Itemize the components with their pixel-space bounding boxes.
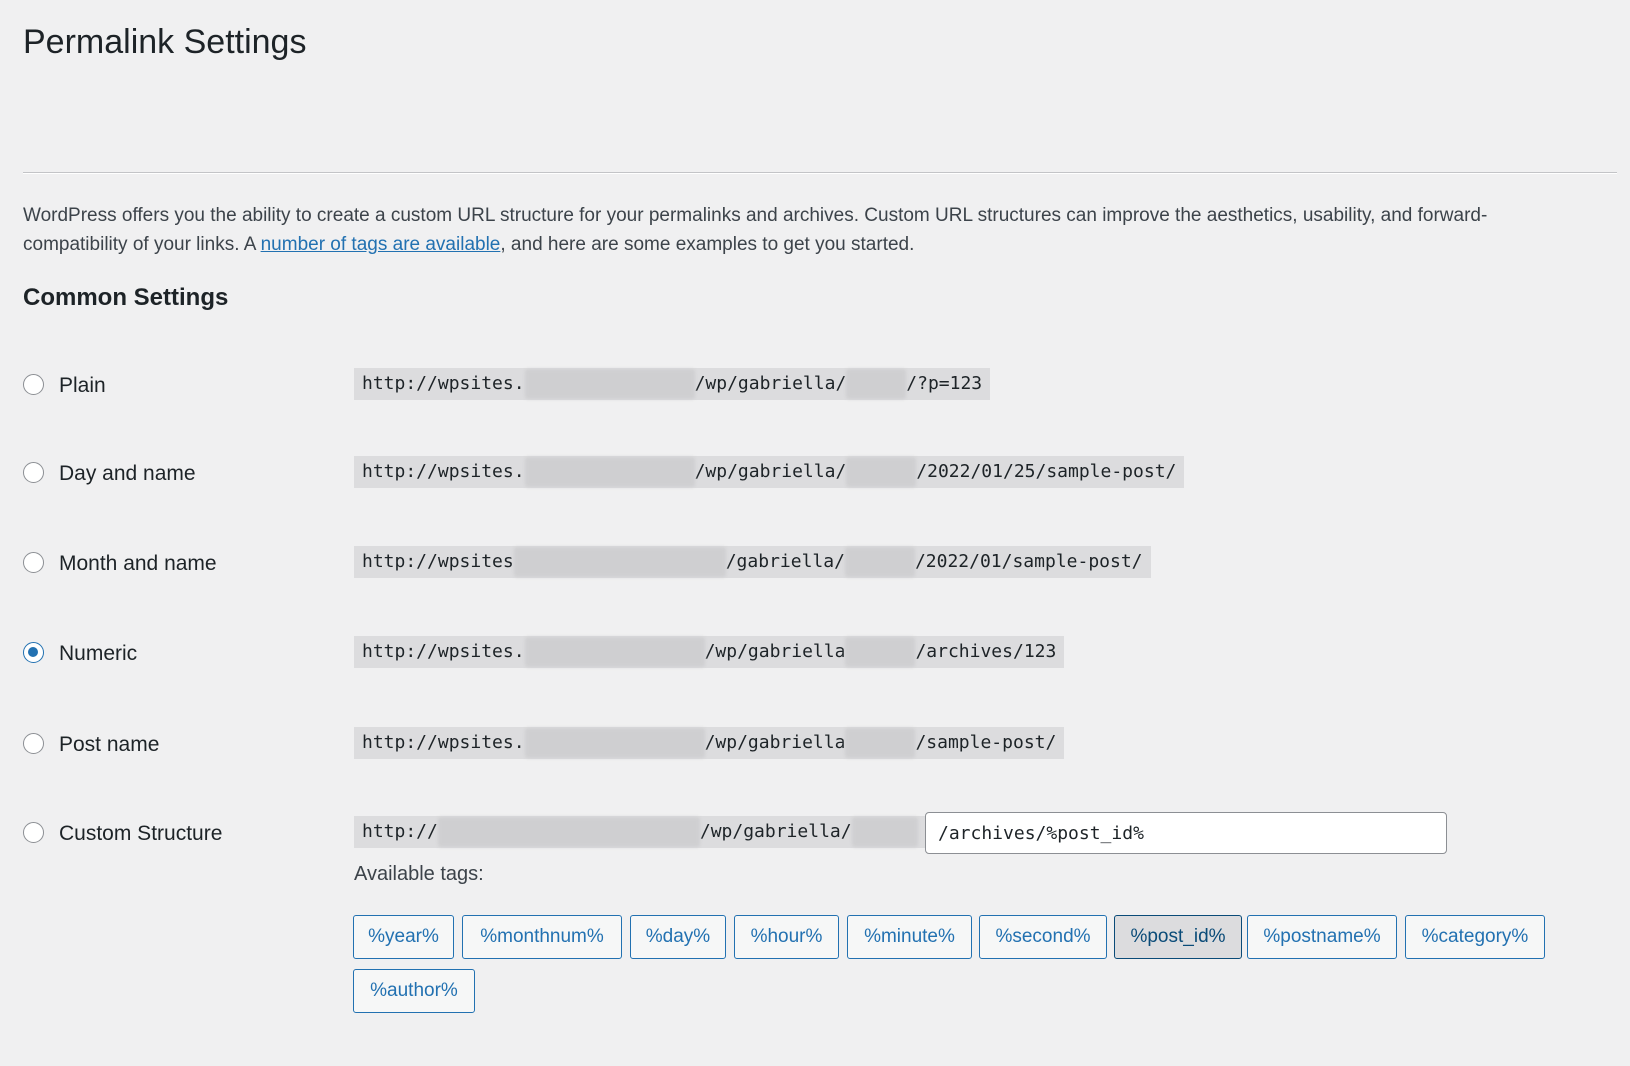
redacted-site bbox=[846, 457, 917, 487]
plain-label[interactable]: Plain bbox=[59, 373, 106, 399]
day-name-radio[interactable] bbox=[23, 462, 44, 483]
tag-category-button[interactable]: %category% bbox=[1405, 915, 1545, 959]
post-name-radio[interactable] bbox=[23, 733, 44, 754]
permalink-option-post-name[interactable]: Post name http://wpsites. /wp/gabriella/s… bbox=[23, 723, 1617, 767]
permalink-option-numeric[interactable]: Numeric http://wpsites. /wp/gabriella/arc… bbox=[23, 632, 1617, 676]
url-start: http://wpsites. bbox=[362, 373, 525, 394]
tag-post-id-button[interactable]: %post_id% bbox=[1114, 915, 1242, 959]
redacted-domain bbox=[524, 369, 695, 399]
redacted-domain bbox=[524, 728, 705, 758]
url-middle: /wp/gabriella bbox=[704, 641, 846, 662]
permalink-option-day-name[interactable]: Day and name http://wpsites. /wp/gabriell… bbox=[23, 452, 1617, 496]
numeric-label[interactable]: Numeric bbox=[59, 641, 137, 667]
url-end: /sample-post/ bbox=[915, 732, 1057, 753]
post-name-example-url: http://wpsites. /wp/gabriella/sample-post… bbox=[354, 727, 1065, 759]
url-start: http://wpsites. bbox=[362, 641, 525, 662]
url-start: http:// bbox=[362, 821, 438, 842]
tag-day-button[interactable]: %day% bbox=[630, 915, 726, 959]
custom-structure-input[interactable] bbox=[925, 812, 1447, 854]
month-name-radio[interactable] bbox=[23, 552, 44, 573]
url-start: http://wpsites. bbox=[362, 461, 525, 482]
permalink-option-month-name[interactable]: Month and name http://wpsites/gabriella/… bbox=[23, 542, 1617, 586]
numeric-example-url: http://wpsites. /wp/gabriella/archives/12… bbox=[354, 636, 1065, 668]
common-settings-heading: Common Settings bbox=[23, 284, 229, 311]
url-end: /archives/123 bbox=[915, 641, 1057, 662]
tag-monthnum-button[interactable]: %monthnum% bbox=[462, 915, 622, 959]
tag-hour-button[interactable]: %hour% bbox=[734, 915, 839, 959]
intro-text: WordPress offers you the ability to crea… bbox=[23, 201, 1583, 259]
day-name-label[interactable]: Day and name bbox=[59, 461, 196, 487]
day-name-example-url: http://wpsites. /wp/gabriella/ /2022/01/25… bbox=[354, 456, 1185, 488]
page-title: Permalink Settings bbox=[23, 23, 307, 61]
plain-radio[interactable] bbox=[23, 374, 44, 395]
url-middle: /wp/gabriella/ bbox=[694, 373, 847, 394]
redacted-domain bbox=[524, 457, 695, 487]
redacted-site bbox=[846, 369, 907, 399]
redacted-site bbox=[851, 817, 918, 847]
redacted-site bbox=[845, 728, 916, 758]
intro-text-end: , and here are some examples to get you … bbox=[500, 234, 915, 255]
title-divider bbox=[23, 172, 1617, 174]
numeric-radio[interactable] bbox=[23, 642, 44, 663]
redacted-domain bbox=[437, 817, 700, 847]
url-end: /2022/01/25/sample-post/ bbox=[916, 461, 1177, 482]
redacted-site bbox=[845, 637, 916, 667]
url-start: http://wpsites bbox=[362, 551, 514, 572]
custom-base-url: http:// /wp/gabriella/ bbox=[354, 816, 926, 848]
tags-available-link[interactable]: number of tags are available bbox=[261, 234, 501, 255]
available-tags-label: Available tags: bbox=[354, 863, 484, 885]
post-name-label[interactable]: Post name bbox=[59, 732, 159, 758]
url-end: /2022/01/sample-post/ bbox=[914, 551, 1143, 572]
permalink-option-custom[interactable]: Custom Structure http:// /wp/gabriella/ bbox=[23, 812, 1617, 856]
url-end: /?p=123 bbox=[906, 373, 983, 394]
month-name-example-url: http://wpsites/gabriella/ /2022/01/sample… bbox=[354, 546, 1151, 578]
url-middle: /wp/gabriella bbox=[704, 732, 846, 753]
month-name-label[interactable]: Month and name bbox=[59, 551, 217, 577]
url-middle: /wp/gabriella/ bbox=[699, 821, 852, 842]
tag-author-button[interactable]: %author% bbox=[353, 969, 475, 1013]
url-start: http://wpsites. bbox=[362, 732, 525, 753]
redacted-site bbox=[844, 547, 915, 577]
url-middle: /wp/gabriella/ bbox=[694, 461, 847, 482]
tag-year-button[interactable]: %year% bbox=[353, 915, 454, 959]
tag-postname-button[interactable]: %postname% bbox=[1247, 915, 1397, 959]
plain-example-url: http://wpsites. /wp/gabriella/ /?p=123 bbox=[354, 368, 991, 400]
redacted-domain bbox=[513, 547, 726, 577]
url-middle: /gabriella/ bbox=[725, 551, 845, 572]
custom-label[interactable]: Custom Structure bbox=[59, 821, 222, 847]
permalink-option-plain[interactable]: Plain http://wpsites. /wp/gabriella/ /?p=1… bbox=[23, 364, 1617, 408]
tag-minute-button[interactable]: %minute% bbox=[847, 915, 972, 959]
tag-second-button[interactable]: %second% bbox=[979, 915, 1107, 959]
custom-radio[interactable] bbox=[23, 822, 44, 843]
redacted-domain bbox=[524, 637, 705, 667]
